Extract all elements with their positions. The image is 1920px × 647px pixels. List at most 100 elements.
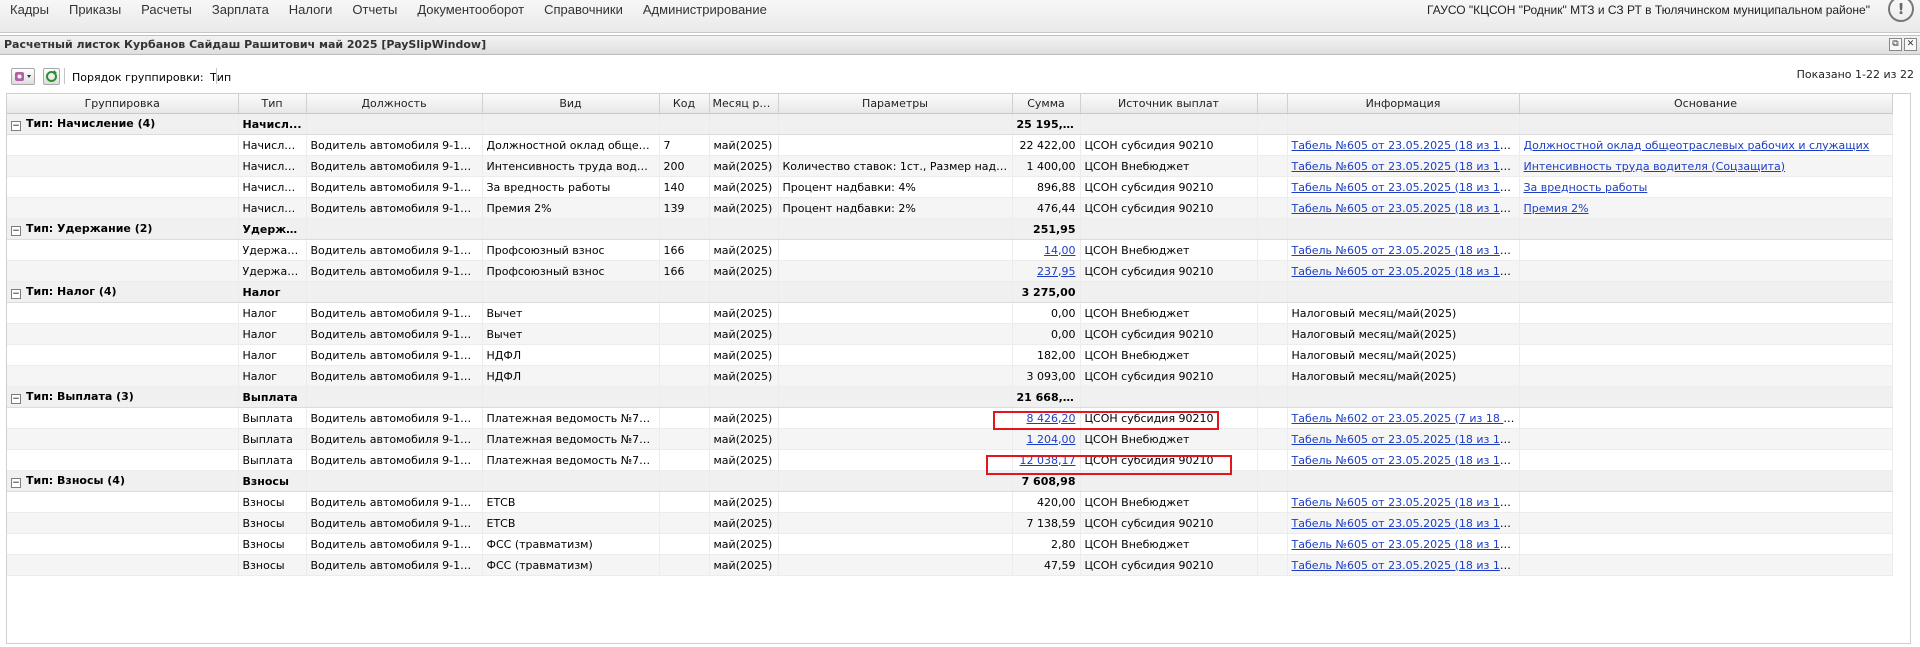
menu-item[interactable]: Кадры (0, 0, 59, 20)
table-row[interactable]: Налог Водитель автомобиля 9-10 раз... НДФЛ… (7, 344, 1893, 366)
column-header[interactable]: Источник выплат (1080, 94, 1258, 114)
collapse-toggle-icon[interactable]: − (11, 478, 21, 488)
info-link[interactable]: Табель №605 от 23.05.2025 (18 из 18 дн;.… (1292, 538, 1519, 551)
column-header[interactable]: Сумма (1012, 94, 1081, 114)
column-header[interactable]: Тип (238, 94, 307, 114)
menu-item[interactable]: Администрирование (633, 0, 777, 20)
collapse-toggle-icon[interactable]: − (11, 226, 21, 236)
table-row[interactable]: Взносы Водитель автомобиля 9-10 раз... ФСС… (7, 533, 1893, 555)
position-cell: Водитель автомобиля 9-10 раз... (306, 449, 483, 471)
kind-cell: НДФЛ (482, 365, 660, 387)
refresh-button[interactable] (43, 68, 60, 85)
table-row[interactable]: Взносы Водитель автомобиля 9-10 раз... ЕТС… (7, 512, 1893, 534)
group-row[interactable]: − Тип: Взносы (4) Взносы 7 608,98 (7, 470, 1893, 492)
window-restore-button[interactable]: ⧉ (1889, 38, 1902, 51)
params-cell (778, 428, 1013, 450)
info-link[interactable]: Табель №605 от 23.05.2025 (18 из 18 дн;.… (1292, 181, 1519, 194)
collapse-toggle-icon[interactable]: − (11, 394, 21, 404)
info-link[interactable]: Табель №605 от 23.05.2025 (18 из 18 дн;.… (1292, 160, 1519, 173)
group-label-cell[interactable]: − Тип: Начисление (4) (7, 113, 239, 135)
table-cell (7, 449, 239, 471)
menu-item[interactable]: Налоги (279, 0, 343, 20)
collapse-toggle-icon[interactable]: − (11, 289, 21, 299)
table-cell (1257, 281, 1288, 303)
table-row[interactable]: Начислен... Водитель автомобиля 9-10 раз.… (7, 155, 1893, 177)
info-link[interactable]: Табель №605 от 23.05.2025 (18 из 18 дн;.… (1292, 454, 1519, 467)
alert-icon[interactable]: ! (1888, 0, 1914, 22)
group-label-cell[interactable]: − Тип: Удержание (2) (7, 218, 239, 240)
column-header[interactable]: Параметры (778, 94, 1013, 114)
info-link[interactable]: Табель №605 от 23.05.2025 (18 из 18 дн;.… (1292, 496, 1519, 509)
collapse-toggle-icon[interactable]: − (11, 121, 21, 131)
info-link[interactable]: Табель №605 от 23.05.2025 (18 из 18 дн;.… (1292, 139, 1519, 152)
table-row[interactable]: Налог Водитель автомобиля 9-10 раз... Выче… (7, 302, 1893, 324)
info-link[interactable]: Табель №605 от 23.05.2025 (18 из 18 дн;.… (1292, 517, 1519, 530)
group-row[interactable]: − Тип: Налог (4) Налог 3 275,00 (7, 281, 1893, 303)
group-label-cell[interactable]: − Тип: Налог (4) (7, 281, 239, 303)
column-header[interactable]: Информация (1287, 94, 1520, 114)
table-cell (778, 281, 1013, 303)
table-cell (7, 533, 239, 555)
info-link[interactable]: Табель №605 от 23.05.2025 (18 из 18 дн;.… (1292, 202, 1519, 215)
table-row[interactable]: Взносы Водитель автомобиля 9-10 раз... ФСС… (7, 554, 1893, 576)
sum-cell: 0,00 (1012, 323, 1081, 345)
column-header[interactable]: Месяц ра... (709, 94, 779, 114)
sum-link[interactable]: 1 204,00 (1027, 433, 1076, 446)
column-header[interactable]: Основание (1519, 94, 1893, 114)
menu-item[interactable]: Зарплата (202, 0, 279, 20)
menu-item[interactable]: Документооборот (407, 0, 534, 20)
group-row[interactable]: − Тип: Удержание (2) Удержа... 251,95 (7, 218, 1893, 240)
basis-link[interactable]: Должностной оклад общеотраслевых рабочих… (1524, 139, 1870, 152)
info-cell: Налоговый месяц/май(2025) (1287, 365, 1520, 387)
info-link[interactable]: Табель №605 от 23.05.2025 (18 из 18 дн;.… (1292, 559, 1519, 572)
basis-link[interactable]: За вредность работы (1524, 181, 1648, 194)
table-cell (482, 113, 660, 135)
table-cell (1287, 113, 1520, 135)
table-row[interactable]: Начислен... Водитель автомобиля 9-10 раз.… (7, 134, 1893, 156)
basis-link[interactable]: Премия 2% (1524, 202, 1589, 215)
table-row[interactable]: Начислен... Водитель автомобиля 9-10 раз.… (7, 197, 1893, 219)
code-cell (659, 491, 710, 513)
basis-link[interactable]: Интенсивность труда водителя (Соцзащита) (1524, 160, 1786, 173)
column-header[interactable]: Код (659, 94, 710, 114)
table-row[interactable]: Удержание Водитель автомобиля 9-10 раз...… (7, 260, 1893, 282)
code-cell (659, 365, 710, 387)
table-row[interactable]: Выплата Водитель автомобиля 9-10 раз... Пл… (7, 407, 1893, 429)
main-menubar: Кадры Приказы Расчеты Зарплата Налоги Отчеты Д… (0, 0, 1920, 33)
table-row[interactable]: Удержание Водитель автомобиля 9-10 раз...… (7, 239, 1893, 261)
table-cell (7, 512, 239, 534)
menu-item[interactable]: Отчеты (342, 0, 407, 20)
highlight-box (986, 455, 1232, 475)
column-header[interactable] (1257, 94, 1288, 114)
settings-menu-button[interactable] (11, 68, 35, 85)
menu-item[interactable]: Приказы (59, 0, 131, 20)
table-row[interactable]: Взносы Водитель автомобиля 9-10 раз... ЕТС… (7, 491, 1893, 513)
table-row[interactable]: Начислен... Водитель автомобиля 9-10 раз.… (7, 176, 1893, 198)
info-link[interactable]: Табель №605 от 23.05.2025 (18 из 18 дн;.… (1292, 433, 1519, 446)
column-header[interactable]: Вид (482, 94, 660, 114)
column-header[interactable]: Группировка (7, 94, 239, 114)
sum-cell: 14,00 (1012, 239, 1081, 261)
table-row[interactable]: Налог Водитель автомобиля 9-10 раз... НДФЛ… (7, 365, 1893, 387)
group-row[interactable]: − Тип: Выплата (3) Выплата 21 668,37 (7, 386, 1893, 408)
info-link[interactable]: Табель №605 от 23.05.2025 (18 из 18 дн;.… (1292, 244, 1519, 257)
grouping-value[interactable]: Тип (210, 71, 231, 84)
group-row[interactable]: − Тип: Начисление (4) Начисл... 25 195,32 (7, 113, 1893, 135)
info-link[interactable]: Табель №605 от 23.05.2025 (18 из 18 дн;.… (1292, 265, 1519, 278)
table-row[interactable]: Налог Водитель автомобиля 9-10 раз... Выче… (7, 323, 1893, 345)
sum-link[interactable]: 14,00 (1044, 244, 1076, 257)
source-cell: ЦСОН Внебюджет (1080, 344, 1258, 366)
payslip-grid[interactable]: Группировка Тип Должность Вид Код Месяц ра...… (6, 93, 1911, 644)
menu-item[interactable]: Справочники (534, 0, 633, 20)
table-cell (1080, 113, 1258, 135)
column-header[interactable]: Должность (306, 94, 483, 114)
table-row[interactable]: Выплата Водитель автомобиля 9-10 раз... Пл… (7, 449, 1893, 471)
group-label-cell[interactable]: − Тип: Выплата (3) (7, 386, 239, 408)
table-cell (1257, 365, 1288, 387)
window-close-button[interactable]: ✕ (1904, 38, 1917, 51)
sum-link[interactable]: 237,95 (1037, 265, 1076, 278)
info-link[interactable]: Табель №602 от 23.05.2025 (7 из 18 дн;..… (1292, 412, 1519, 425)
menu-item[interactable]: Расчеты (131, 0, 202, 20)
group-label-cell[interactable]: − Тип: Взносы (4) (7, 470, 239, 492)
table-row[interactable]: Выплата Водитель автомобиля 9-10 раз... Пл… (7, 428, 1893, 450)
